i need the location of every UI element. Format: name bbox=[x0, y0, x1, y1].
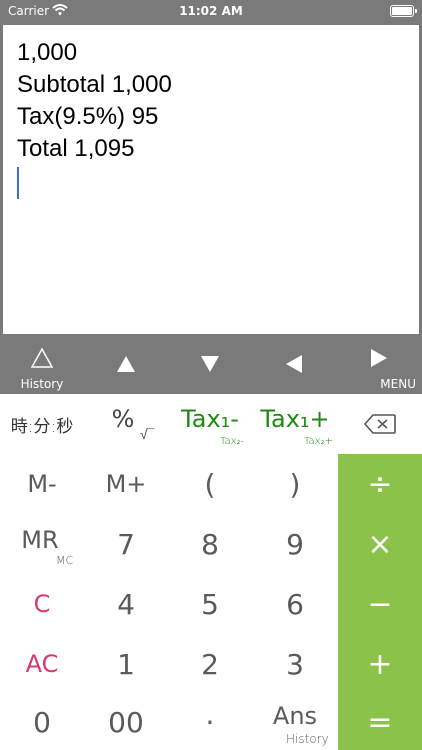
plus-key[interactable]: + bbox=[338, 634, 422, 694]
clear-label: C bbox=[33, 590, 51, 618]
tape-line-entry: 1,000 bbox=[17, 39, 78, 66]
status-bar: Carrier 11:02 AM bbox=[0, 0, 422, 23]
tax-minus-label: Tax₁- bbox=[181, 405, 239, 433]
menu-label: MENU bbox=[380, 377, 416, 391]
history-button[interactable]: History bbox=[0, 336, 84, 394]
keypad: 時:分:秒 % √‾ Tax₁- Tax₂- Tax₁+ Tax₂+ M- M+… bbox=[0, 394, 422, 750]
open-paren-label: ( bbox=[204, 467, 216, 501]
multiply-key[interactable]: × bbox=[338, 514, 422, 574]
digit-4-key[interactable]: 4 bbox=[84, 574, 168, 634]
open-paren-key[interactable]: ( bbox=[168, 454, 252, 514]
close-paren-key[interactable]: ) bbox=[252, 454, 338, 514]
navigation-toolbar: History MENU bbox=[0, 336, 422, 394]
backspace-icon bbox=[364, 414, 396, 434]
decimal-key[interactable]: · bbox=[168, 694, 252, 750]
double-zero-label: 00 bbox=[108, 705, 144, 739]
history-label: History bbox=[20, 377, 64, 391]
divide-key[interactable]: ÷ bbox=[338, 454, 422, 514]
all-clear-key[interactable]: AC bbox=[0, 634, 84, 694]
digit-8-key[interactable]: 8 bbox=[168, 514, 252, 574]
digit-2-key[interactable]: 2 bbox=[168, 634, 252, 694]
time-key[interactable]: 時:分:秒 bbox=[0, 394, 84, 454]
divide-label: ÷ bbox=[367, 466, 393, 502]
digit-1-label: 1 bbox=[117, 647, 135, 681]
digit-6-key[interactable]: 6 bbox=[252, 574, 338, 634]
percent-key-label: % bbox=[111, 405, 135, 433]
ans-history-label: History bbox=[286, 732, 329, 746]
m-minus-label: M- bbox=[27, 470, 57, 498]
digit-0-key[interactable]: 0 bbox=[0, 694, 84, 750]
cursor-left-button[interactable] bbox=[252, 336, 336, 394]
arrow-left-icon bbox=[286, 355, 302, 373]
ans-key[interactable]: Ans History bbox=[252, 694, 338, 750]
digit-9-label: 9 bbox=[286, 527, 304, 561]
mr-label: MR bbox=[21, 526, 59, 554]
arrow-right-icon bbox=[371, 349, 387, 367]
plus-label: + bbox=[367, 646, 393, 682]
equals-label: = bbox=[367, 704, 393, 740]
tax2-plus-label: Tax₂+ bbox=[304, 436, 333, 447]
ans-label: Ans bbox=[272, 702, 318, 730]
close-paren-label: ) bbox=[289, 467, 301, 501]
digit-2-label: 2 bbox=[201, 647, 219, 681]
all-clear-label: AC bbox=[25, 650, 59, 678]
digit-7-label: 7 bbox=[117, 527, 135, 561]
sqrt-key-label: √‾ bbox=[140, 427, 155, 443]
tax2-minus-label: Tax₂- bbox=[220, 436, 245, 447]
cursor-down-button[interactable] bbox=[168, 336, 252, 394]
digit-6-label: 6 bbox=[286, 587, 304, 621]
digit-9-key[interactable]: 9 bbox=[252, 514, 338, 574]
tax-plus-key[interactable]: Tax₁+ Tax₂+ bbox=[252, 394, 338, 454]
double-zero-key[interactable]: 00 bbox=[84, 694, 168, 750]
text-cursor bbox=[17, 167, 19, 199]
history-triangle-icon bbox=[30, 347, 54, 368]
m-plus-key[interactable]: M+ bbox=[84, 454, 168, 514]
battery-icon bbox=[390, 5, 417, 17]
menu-button[interactable]: MENU bbox=[336, 336, 422, 394]
digit-5-key[interactable]: 5 bbox=[168, 574, 252, 634]
multiply-label: × bbox=[367, 526, 393, 562]
digit-0-label: 0 bbox=[33, 705, 51, 739]
digit-8-label: 8 bbox=[201, 527, 219, 561]
clear-key[interactable]: C bbox=[0, 574, 84, 634]
percent-key[interactable]: % √‾ bbox=[84, 394, 168, 454]
equals-key[interactable]: = bbox=[338, 694, 422, 750]
digit-3-key[interactable]: 3 bbox=[252, 634, 338, 694]
minus-key[interactable]: − bbox=[338, 574, 422, 634]
minus-label: − bbox=[367, 586, 393, 622]
tape-line-subtotal: Subtotal 1,000 bbox=[17, 71, 172, 98]
digit-5-label: 5 bbox=[201, 587, 219, 621]
mc-label: MC bbox=[56, 554, 74, 567]
digit-1-key[interactable]: 1 bbox=[84, 634, 168, 694]
clock-time: 11:02 AM bbox=[179, 4, 243, 18]
cursor-up-button[interactable] bbox=[84, 336, 168, 394]
digit-4-label: 4 bbox=[117, 587, 135, 621]
arrow-down-icon bbox=[201, 356, 219, 372]
m-minus-key[interactable]: M- bbox=[0, 454, 84, 514]
tax-minus-key[interactable]: Tax₁- Tax₂- bbox=[168, 394, 252, 454]
tape-area[interactable]: 1,000 Subtotal 1,000 Tax(9.5%) 95 Total … bbox=[3, 25, 419, 334]
digit-3-label: 3 bbox=[286, 647, 304, 681]
decimal-label: · bbox=[205, 705, 215, 739]
calculator-display: 1,000 Subtotal 1,000 Tax(9.5%) 95 Total … bbox=[0, 23, 422, 336]
tape-line-tax: Tax(9.5%) 95 bbox=[17, 103, 159, 130]
mr-key[interactable]: MR MC bbox=[0, 514, 84, 574]
backspace-key[interactable] bbox=[338, 394, 422, 454]
tax-plus-label: Tax₁+ bbox=[260, 405, 330, 433]
time-key-label: 時:分:秒 bbox=[10, 416, 74, 437]
arrow-up-icon bbox=[117, 356, 135, 372]
tape-line-total: Total 1,095 bbox=[17, 135, 135, 162]
m-plus-label: M+ bbox=[105, 470, 147, 498]
digit-7-key[interactable]: 7 bbox=[84, 514, 168, 574]
